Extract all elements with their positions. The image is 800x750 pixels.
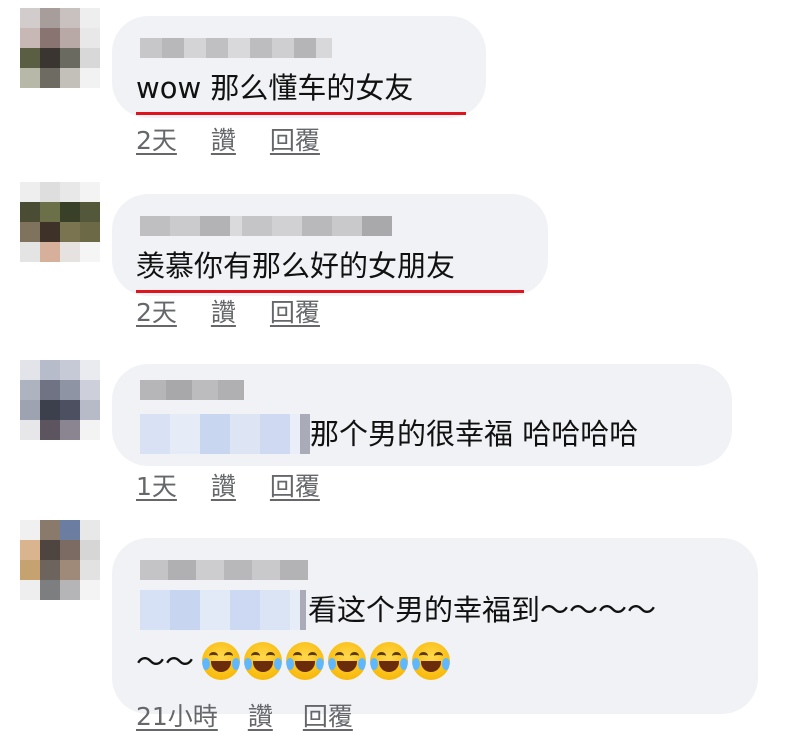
comment-3: 那个男的很幸福 哈哈哈哈 1天 讚 回覆: [0, 352, 800, 522]
timestamp-link[interactable]: 2天: [136, 126, 177, 156]
emoji-row: [202, 642, 450, 680]
author-name[interactable]: [140, 560, 308, 580]
comment-2: 羡慕你有那么好的女朋友 2天 讚 回覆: [0, 178, 800, 348]
comment-text: 那个男的很幸福 哈哈哈哈: [310, 417, 639, 451]
author-name[interactable]: [140, 216, 392, 236]
face-with-tears-of-joy-icon: [412, 642, 450, 680]
timestamp-link[interactable]: 21小時: [136, 702, 218, 732]
mentioned-user-link[interactable]: [140, 590, 306, 630]
comment-bubble: 那个男的很幸福 哈哈哈哈: [112, 364, 732, 466]
highlight-underline: [136, 112, 466, 115]
highlight-underline: [136, 290, 524, 293]
comment-actions: 2天 讚 回覆: [136, 126, 320, 156]
reply-button[interactable]: 回覆: [270, 298, 320, 328]
comment-text: wow 那么懂车的女友: [136, 71, 414, 105]
comment-text-line-1: 看这个男的幸福到～～～～: [308, 593, 657, 627]
reply-button[interactable]: 回覆: [303, 702, 353, 732]
comment-actions: 1天 讚 回覆: [136, 472, 320, 502]
avatar[interactable]: [20, 520, 100, 600]
face-with-tears-of-joy-icon: [328, 642, 366, 680]
timestamp-link[interactable]: 1天: [136, 472, 177, 502]
author-name[interactable]: [140, 38, 332, 58]
comment-text-line-2: ～～: [136, 645, 195, 679]
avatar[interactable]: [20, 360, 100, 440]
comment-bubble: 羡慕你有那么好的女朋友: [112, 194, 548, 296]
face-with-tears-of-joy-icon: [202, 642, 240, 680]
face-with-tears-of-joy-icon: [286, 642, 324, 680]
like-button[interactable]: 讚: [211, 472, 236, 502]
comment-actions: 21小時 讚 回覆: [136, 702, 353, 732]
comment-bubble: wow 那么懂车的女友: [112, 16, 486, 118]
avatar[interactable]: [20, 182, 100, 262]
like-button[interactable]: 讚: [248, 702, 273, 732]
comment-actions: 2天 讚 回覆: [136, 298, 320, 328]
comment-text: 羡慕你有那么好的女朋友: [136, 249, 456, 283]
comment-bubble: 看这个男的幸福到～～～～ ～～: [112, 538, 758, 714]
like-button[interactable]: 讚: [211, 298, 236, 328]
mentioned-user-link[interactable]: [140, 414, 310, 454]
like-button[interactable]: 讚: [211, 126, 236, 156]
comment-4: 看这个男的幸福到～～～～ ～～ 21小時 讚 回覆: [0, 520, 800, 750]
comment-1: wow 那么懂车的女友 2天 讚 回覆: [0, 0, 800, 170]
reply-button[interactable]: 回覆: [270, 472, 320, 502]
author-name[interactable]: [140, 380, 244, 400]
timestamp-link[interactable]: 2天: [136, 298, 177, 328]
avatar[interactable]: [20, 8, 100, 88]
face-with-tears-of-joy-icon: [244, 642, 282, 680]
face-with-tears-of-joy-icon: [370, 642, 408, 680]
reply-button[interactable]: 回覆: [270, 126, 320, 156]
